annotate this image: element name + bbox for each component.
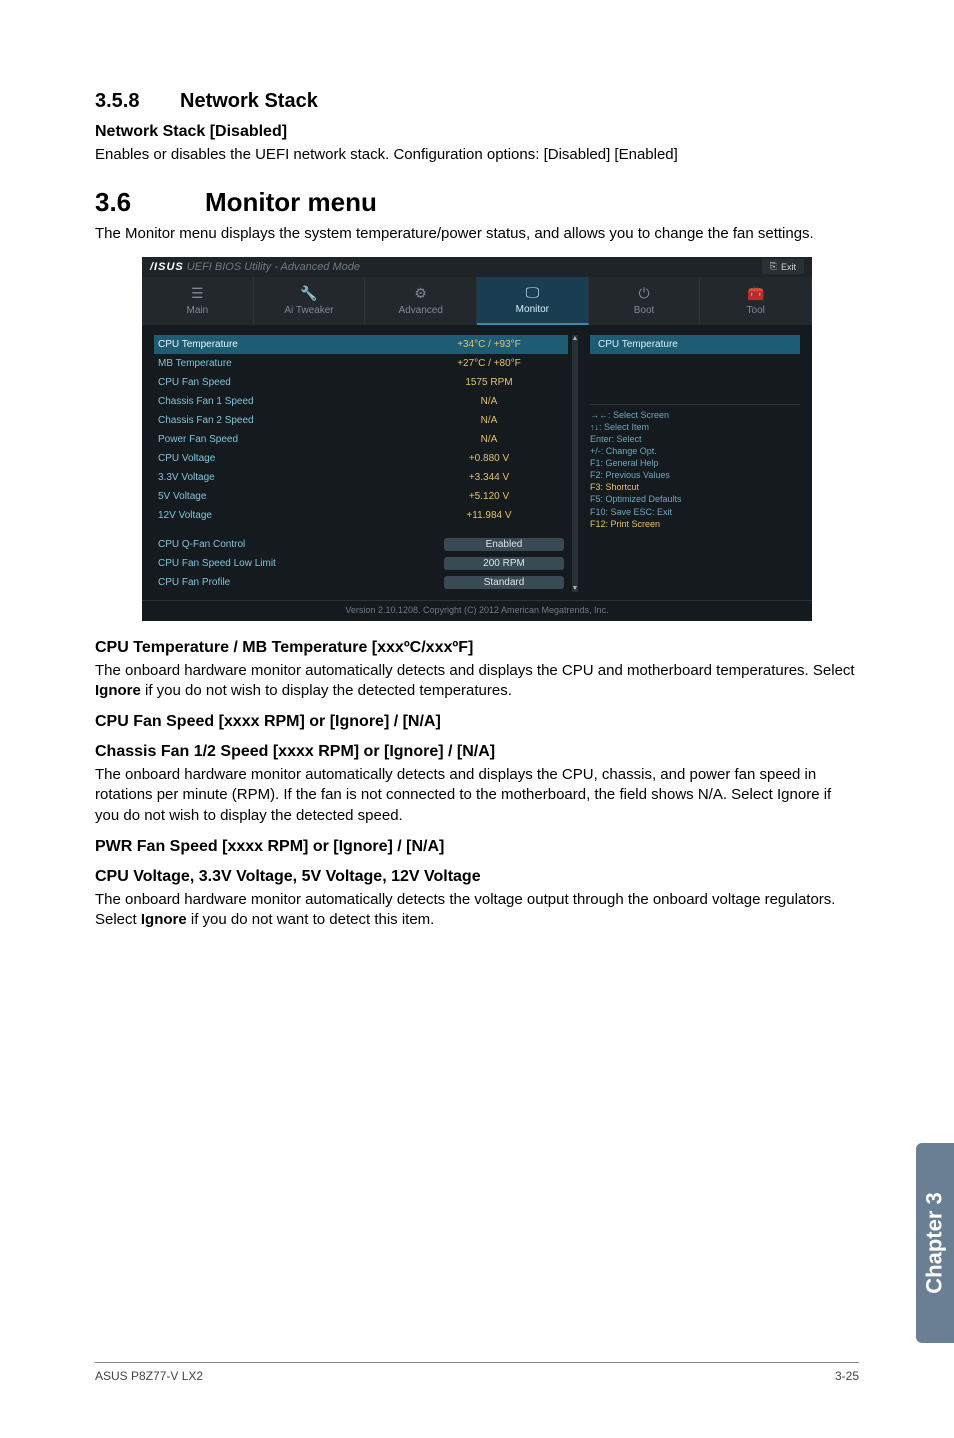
row-mb-temperature[interactable]: MB Temperature+27°C / +80°F bbox=[154, 354, 568, 373]
gear-icon: ⚙ bbox=[414, 285, 427, 302]
section-number: 3.5.8 bbox=[95, 90, 180, 113]
pwr-fan-speed-heading: PWR Fan Speed [xxxx RPM] or [Ignore] / [… bbox=[95, 838, 859, 856]
row-power-fan[interactable]: Power Fan SpeedN/A bbox=[154, 430, 568, 449]
row-chassis-fan-1[interactable]: Chassis Fan 1 SpeedN/A bbox=[154, 392, 568, 411]
tab-monitor[interactable]: 🖵Monitor bbox=[477, 277, 589, 325]
tab-main[interactable]: ☰Main bbox=[142, 277, 254, 325]
row-cpu-voltage[interactable]: CPU Voltage+0.880 V bbox=[154, 449, 568, 468]
footer-page-number: 3-25 bbox=[835, 1369, 859, 1383]
voltage-heading: CPU Voltage, 3.3V Voltage, 5V Voltage, 1… bbox=[95, 868, 859, 886]
help-panel-title: CPU Temperature bbox=[590, 335, 800, 354]
chassis-fan-speed-heading: Chassis Fan 1/2 Speed [xxxx RPM] or [Ign… bbox=[95, 743, 859, 761]
exit-button[interactable]: ⎘Exit bbox=[762, 259, 804, 274]
power-icon: ⏻ bbox=[638, 285, 649, 302]
row-12v-voltage[interactable]: 12V Voltage+11.984 V bbox=[154, 506, 568, 525]
chapter-tab: Chapter 3 bbox=[916, 1143, 954, 1343]
scrollbar[interactable]: ▲ ▼ bbox=[572, 335, 578, 592]
bios-title: /ISUS UEFI BIOS Utility - Advanced Mode bbox=[150, 261, 360, 273]
scroll-down-icon[interactable]: ▼ bbox=[572, 585, 579, 592]
voltage-body: The onboard hardware monitor automatical… bbox=[95, 890, 859, 931]
tool-icon: 🧰 bbox=[747, 285, 764, 302]
tab-advanced[interactable]: ⚙Advanced bbox=[365, 277, 477, 325]
network-stack-body: Enables or disables the UEFI network sta… bbox=[95, 145, 859, 165]
footer-product: ASUS P8Z77-V LX2 bbox=[95, 1369, 203, 1383]
row-cpu-fan-speed[interactable]: CPU Fan Speed1575 RPM bbox=[154, 373, 568, 392]
section-3.6-intro: The Monitor menu displays the system tem… bbox=[95, 224, 859, 244]
section-3.5.8-heading: 3.5.8Network Stack bbox=[95, 90, 859, 113]
cpu-fan-speed-heading: CPU Fan Speed [xxxx RPM] or [Ignore] / [… bbox=[95, 713, 859, 731]
tab-aitweaker[interactable]: 🔧Ai Tweaker bbox=[254, 277, 366, 325]
page-footer: ASUS P8Z77-V LX2 3-25 bbox=[95, 1362, 859, 1383]
row-q-fan-control[interactable]: CPU Q-Fan ControlEnabled bbox=[154, 535, 568, 554]
row-fan-low-limit[interactable]: CPU Fan Speed Low Limit200 RPM bbox=[154, 554, 568, 573]
section-number: 3.6 bbox=[95, 187, 205, 218]
row-cpu-temperature[interactable]: CPU Temperature+34°C / +93°F bbox=[154, 335, 568, 354]
bios-screenshot: /ISUS UEFI BIOS Utility - Advanced Mode … bbox=[142, 257, 812, 621]
section-title: Monitor menu bbox=[205, 187, 377, 217]
wrench-icon: 🔧 bbox=[300, 285, 317, 302]
list-icon: ☰ bbox=[191, 285, 204, 302]
row-3v3-voltage[interactable]: 3.3V Voltage+3.344 V bbox=[154, 468, 568, 487]
chassis-fan-body: The onboard hardware monitor automatical… bbox=[95, 765, 859, 826]
section-title: Network Stack bbox=[180, 90, 318, 112]
row-5v-voltage[interactable]: 5V Voltage+5.120 V bbox=[154, 487, 568, 506]
key-help: →←: Select Screen ↑↓: Select Item Enter:… bbox=[590, 404, 800, 530]
exit-icon: ⎘ bbox=[770, 261, 777, 272]
network-stack-subhead: Network Stack [Disabled] bbox=[95, 123, 859, 141]
row-fan-profile[interactable]: CPU Fan ProfileStandard bbox=[154, 573, 568, 592]
tab-boot[interactable]: ⏻Boot bbox=[589, 277, 701, 325]
cpu-mb-temp-heading: CPU Temperature / MB Temperature [xxxºC/… bbox=[95, 639, 859, 657]
cpu-mb-temp-body: The onboard hardware monitor automatical… bbox=[95, 661, 859, 702]
tab-tool[interactable]: 🧰Tool bbox=[700, 277, 812, 325]
row-chassis-fan-2[interactable]: Chassis Fan 2 SpeedN/A bbox=[154, 411, 568, 430]
bios-version-footer: Version 2.10.1208. Copyright (C) 2012 Am… bbox=[142, 600, 812, 621]
scroll-up-icon[interactable]: ▲ bbox=[572, 335, 579, 342]
monitor-icon: 🖵 bbox=[526, 284, 540, 301]
section-3.6-heading: 3.6Monitor menu bbox=[95, 187, 859, 218]
